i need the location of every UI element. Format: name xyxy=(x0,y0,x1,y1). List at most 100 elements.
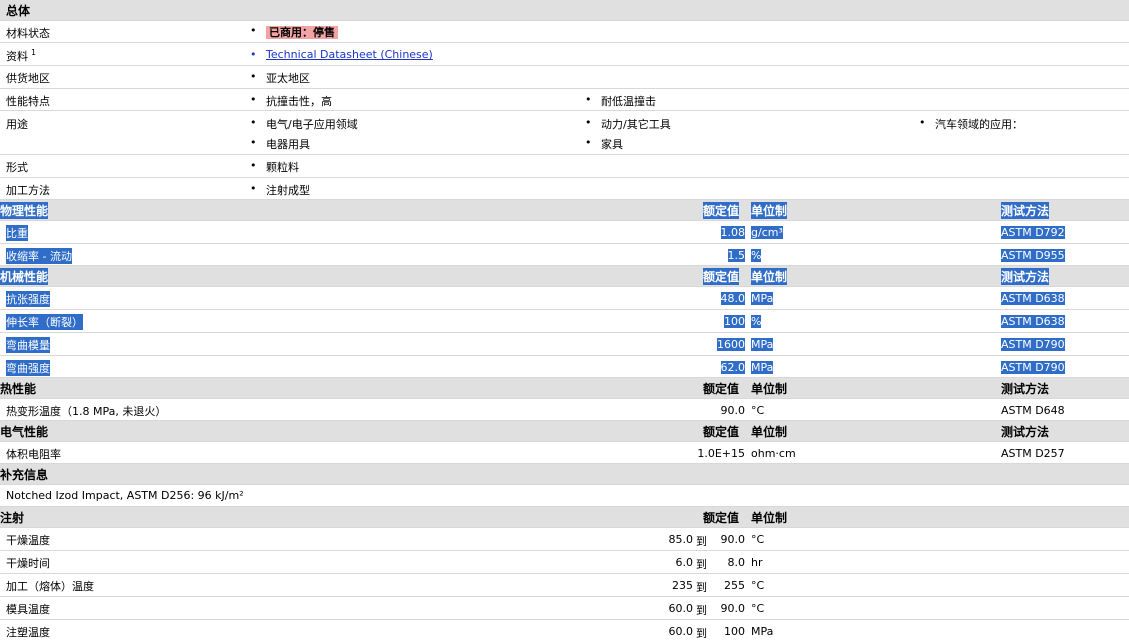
property-method: ASTM D638 xyxy=(1001,315,1065,328)
section-title: 电气性能 xyxy=(0,425,49,439)
section-general-header: 总体 xyxy=(0,0,1129,21)
table-row: 模具温度 60.0 到 90.0 °C xyxy=(0,597,1129,620)
property-unit: °C xyxy=(751,602,765,615)
property-value: 1.0E+15 xyxy=(697,447,745,460)
row-label: 性能特点 xyxy=(6,95,50,108)
property-label: 加工（熔体）温度 xyxy=(6,580,94,593)
property-method: ASTM D648 xyxy=(1001,404,1065,417)
range-from: 85.0 xyxy=(668,533,694,546)
property-unit: % xyxy=(751,315,762,328)
property-method: ASTM D638 xyxy=(1001,292,1065,305)
list-item: 电气/电子应用领域 xyxy=(250,116,358,132)
col-method-header: 测试方法 xyxy=(1001,202,1050,219)
range-to: 90.0 xyxy=(720,602,746,615)
section-title: 总体 xyxy=(6,4,31,18)
col-method-header: 测试方法 xyxy=(1001,268,1050,285)
list-item: 颗粒料 xyxy=(250,159,299,175)
section-physical-header: 物理性能 额定值 单位制 测试方法 xyxy=(0,200,1129,221)
general-row-process: 加工方法 注射成型 xyxy=(0,178,1129,200)
additional-note-row: Notched Izod Impact, ASTM D256: 96 kJ/m² xyxy=(0,485,1129,507)
range-to-word: 到 xyxy=(696,558,707,571)
property-unit: MPa xyxy=(751,292,774,305)
row-label: 用途 xyxy=(6,118,28,131)
col-unit-header: 单位制 xyxy=(751,202,788,219)
general-row-status: 材料状态 已商用：停售 xyxy=(0,21,1129,43)
property-label: 收缩率 - 流动 xyxy=(6,248,72,264)
status-badge: 已商用：停售 xyxy=(250,24,338,40)
table-row: 加工（熔体）温度 235 到 255 °C xyxy=(0,574,1129,597)
col-unit-header: 单位制 xyxy=(751,382,788,396)
list-item: 注射成型 xyxy=(250,182,310,198)
table-row: 注塑温度 60.0 到 100 MPa xyxy=(0,620,1129,642)
col-nominal-header: 额定值 xyxy=(703,202,740,219)
list-item: 抗撞击性，高 xyxy=(250,93,332,109)
property-value: 48.0 xyxy=(720,292,745,305)
additional-note: Notched Izod Impact, ASTM D256: 96 kJ/m² xyxy=(6,489,244,502)
datasheet-link[interactable]: Technical Datasheet (Chinese) xyxy=(250,48,433,61)
property-value: 1600 xyxy=(717,338,745,351)
section-additional-header: 补充信息 xyxy=(0,464,1129,485)
section-thermal-header: 热性能 额定值 单位制 测试方法 xyxy=(0,378,1129,399)
property-method: ASTM D257 xyxy=(1001,447,1065,460)
property-unit: MPa xyxy=(751,361,774,374)
property-label: 比重 xyxy=(6,225,28,241)
property-unit: hr xyxy=(751,556,763,569)
section-title: 注射 xyxy=(0,511,25,525)
list-item: 动力/其它工具 xyxy=(585,116,671,132)
row-label: 加工方法 xyxy=(6,184,50,197)
row-label: 材料状态 xyxy=(6,27,50,40)
property-label: 抗张强度 xyxy=(6,291,50,307)
property-label: 弯曲强度 xyxy=(6,360,50,376)
row-label: 资料 1 xyxy=(6,48,37,63)
table-row: 干燥温度 85.0 到 90.0 °C xyxy=(0,528,1129,551)
range-to: 255 xyxy=(724,579,745,592)
table-row: 弯曲模量 1600 MPa ASTM D790 xyxy=(0,333,1129,356)
col-unit-header: 单位制 xyxy=(751,268,788,285)
general-row-docs: 资料1 Technical Datasheet (Chinese) xyxy=(0,43,1129,66)
range-from: 6.0 xyxy=(675,556,694,569)
section-injection-header: 注射 额定值 单位制 xyxy=(0,507,1129,528)
table-row: 体积电阻率 1.0E+15 ohm·cm ASTM D257 xyxy=(0,442,1129,464)
col-method-header: 测试方法 xyxy=(1001,382,1050,396)
range-from: 60.0 xyxy=(668,602,694,615)
property-unit: MPa xyxy=(751,338,774,351)
col-method-header: 测试方法 xyxy=(1001,425,1050,439)
property-label: 注塑温度 xyxy=(6,626,50,639)
col-nominal-header: 额定值 xyxy=(703,425,740,439)
section-electrical-header: 电气性能 额定值 单位制 测试方法 xyxy=(0,421,1129,442)
property-value: 90.0 xyxy=(720,404,746,417)
property-label: 干燥温度 xyxy=(6,534,50,547)
list-item: 电器用具 xyxy=(250,136,310,152)
property-value: 1.08 xyxy=(720,226,745,239)
property-unit: ohm·cm xyxy=(751,447,796,460)
range-to: 100 xyxy=(724,625,745,638)
property-label: 热变形温度（1.8 MPa, 未退火） xyxy=(6,405,167,418)
property-method: ASTM D790 xyxy=(1001,338,1065,351)
property-value: 62.0 xyxy=(720,361,745,374)
section-title: 机械性能 xyxy=(0,268,49,285)
col-unit-header: 单位制 xyxy=(751,425,788,439)
col-nominal-header: 额定值 xyxy=(703,268,740,285)
property-method: ASTM D790 xyxy=(1001,361,1065,374)
section-mechanical-header: 机械性能 额定值 单位制 测试方法 xyxy=(0,266,1129,287)
list-item: 亚太地区 xyxy=(250,70,310,86)
table-row: 比重 1.08 g/cm³ ASTM D792 xyxy=(0,221,1129,244)
property-unit: °C xyxy=(751,404,765,417)
general-row-region: 供货地区 亚太地区 xyxy=(0,66,1129,89)
table-row: 热变形温度（1.8 MPa, 未退火） 90.0 °C ASTM D648 xyxy=(0,399,1129,421)
general-row-form: 形式 颗粒料 xyxy=(0,155,1129,178)
row-label: 形式 xyxy=(6,161,28,174)
section-title: 物理性能 xyxy=(0,202,49,219)
property-unit: MPa xyxy=(751,625,774,638)
general-row-uses: 用途 电气/电子应用领域 动力/其它工具 汽车领域的应用： 电器用具 家具 xyxy=(0,111,1129,155)
range-to-word: 到 xyxy=(696,604,707,617)
table-row: 伸长率（断裂） 100 % ASTM D638 xyxy=(0,310,1129,333)
property-value: 100 xyxy=(724,315,745,328)
property-unit: % xyxy=(751,249,762,262)
list-item: 汽车领域的应用： xyxy=(919,116,1023,132)
range-to: 8.0 xyxy=(727,556,746,569)
property-unit: g/cm³ xyxy=(751,226,783,239)
list-item: 家具 xyxy=(585,136,623,152)
property-label: 干燥时间 xyxy=(6,557,50,570)
range-from: 60.0 xyxy=(668,625,694,638)
